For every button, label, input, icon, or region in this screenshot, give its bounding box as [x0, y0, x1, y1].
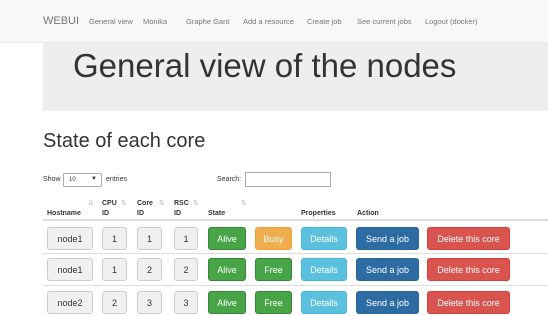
header-cpu-id-line1[interactable]: CPU — [102, 199, 117, 208]
rsc-id-button[interactable]: 1 — [174, 227, 198, 250]
state-alive-button[interactable]: Alive — [208, 291, 246, 314]
hostname-button[interactable]: node1 — [47, 227, 93, 250]
section-title: State of each core — [43, 130, 206, 152]
nav-link-create-job[interactable]: Create job — [307, 17, 342, 26]
header-rsc-id-line1[interactable]: RSC — [174, 199, 189, 208]
sort-icon[interactable]: ⇅ — [159, 199, 165, 207]
search-label: Search: — [217, 176, 242, 183]
state-alive-button[interactable]: Alive — [208, 258, 246, 281]
row-divider — [43, 285, 548, 286]
nav-link-see-current-jobs[interactable]: See current jobs — [357, 17, 412, 26]
status-busy-button[interactable]: Busy — [255, 227, 292, 250]
header-cpu-id-line2[interactable]: ID — [102, 209, 109, 218]
show-label: Show — [43, 176, 61, 183]
sort-icon[interactable]: ⇅ — [193, 199, 199, 207]
send-job-button[interactable]: Send a job — [356, 291, 419, 314]
entries-value: 10 — [69, 177, 76, 183]
hostname-button[interactable]: node1 — [47, 258, 93, 281]
hostname-button[interactable]: node2 — [47, 291, 93, 314]
core-id-button[interactable]: 3 — [137, 291, 162, 314]
header-properties: Properties — [301, 210, 336, 217]
header-rsc-id-line2[interactable]: ID — [174, 209, 181, 218]
delete-core-button[interactable]: Delete this core — [427, 258, 510, 281]
caret-down-icon: ▼ — [91, 176, 97, 182]
search-input[interactable] — [245, 172, 331, 187]
core-id-button[interactable]: 1 — [137, 227, 162, 250]
sort-icon[interactable]: ⇅ — [121, 199, 127, 207]
nav-link-general-view[interactable]: General view — [89, 17, 133, 26]
cpu-id-button[interactable]: 1 — [102, 258, 127, 281]
rsc-id-button[interactable]: 2 — [174, 258, 198, 281]
header-core-id-line2[interactable]: ID — [137, 209, 144, 218]
sort-icon[interactable]: ⇅ — [241, 199, 247, 207]
entries-select[interactable]: 10 ▼ — [63, 173, 102, 187]
nav-link-graphe-gant[interactable]: Graphe Gant — [186, 17, 229, 26]
header-action: Action — [357, 210, 379, 217]
cpu-id-button[interactable]: 1 — [102, 227, 127, 250]
core-id-button[interactable]: 2 — [137, 258, 162, 281]
status-free-button[interactable]: Free — [255, 258, 292, 281]
details-button[interactable]: Details — [301, 258, 347, 281]
rsc-id-button[interactable]: 3 — [174, 291, 198, 314]
nav-link-monika[interactable]: Monika — [143, 17, 167, 26]
header-state[interactable]: State — [208, 209, 225, 218]
nav-link-logout[interactable]: Logout (docker) — [425, 17, 478, 26]
details-button[interactable]: Details — [301, 291, 347, 314]
delete-core-button[interactable]: Delete this core — [427, 227, 510, 250]
cpu-id-button[interactable]: 2 — [102, 291, 127, 314]
state-alive-button[interactable]: Alive — [208, 227, 246, 250]
header-hostname[interactable]: Hostname — [47, 209, 81, 218]
brand-link[interactable]: WEBUI — [43, 15, 79, 27]
send-job-button[interactable]: Send a job — [356, 258, 419, 281]
status-free-button[interactable]: Free — [255, 291, 292, 314]
row-divider — [43, 253, 548, 254]
header-core-id-line1[interactable]: Core — [137, 199, 153, 208]
sort-desc-icon[interactable]: ⇊ — [88, 199, 94, 207]
jumbotron: General view of the nodes — [43, 43, 548, 111]
details-button[interactable]: Details — [301, 227, 347, 250]
send-job-button[interactable]: Send a job — [356, 227, 419, 250]
header-divider — [43, 219, 548, 221]
navbar: WEBUI General view Monika Graphe Gant Ad… — [0, 0, 548, 43]
delete-core-button[interactable]: Delete this core — [427, 291, 510, 314]
entries-label: entries — [106, 176, 128, 183]
page-title: General view of the nodes — [73, 47, 457, 84]
nav-link-add-resource[interactable]: Add a resource — [243, 17, 294, 26]
